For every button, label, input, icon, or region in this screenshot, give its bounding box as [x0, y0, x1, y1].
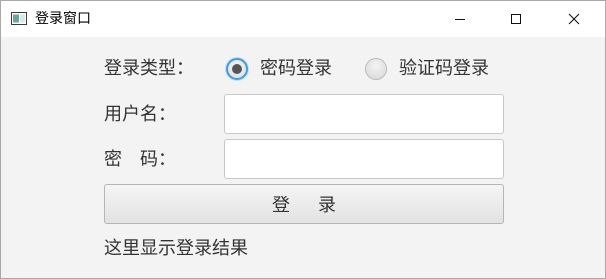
close-icon	[568, 13, 580, 25]
password-label: 密 码：	[104, 149, 176, 170]
radio-code-login-label[interactable]: 验证码登录	[399, 58, 489, 80]
minimize-button[interactable]	[437, 1, 483, 37]
form-area: 登录类型： 密码登录 验证码登录 用户名： 密 码： 登录 这里显示登录结果	[1, 37, 605, 278]
username-label: 用户名：	[104, 104, 176, 125]
radio-password-login-label[interactable]: 密码登录	[260, 58, 332, 80]
radio-password-login[interactable]: 密码登录	[226, 58, 332, 80]
radio-code-login[interactable]: 验证码登录	[365, 58, 489, 80]
radio-selected-icon[interactable]	[226, 58, 248, 80]
maximize-button[interactable]	[493, 1, 539, 37]
username-input[interactable]	[224, 94, 504, 134]
window-title: 登录窗口	[35, 11, 91, 27]
radio-unselected-icon[interactable]	[365, 58, 387, 80]
login-window: 登录窗口 登录类型： 密码登录 验证码登录 用户名： 密 码： 登录 这里显示登…	[0, 0, 606, 279]
close-button[interactable]	[551, 1, 597, 37]
app-window-icon	[11, 12, 27, 25]
minimize-icon	[455, 19, 465, 20]
login-button[interactable]: 登录	[104, 184, 504, 224]
maximize-icon	[511, 14, 521, 24]
login-type-label: 登录类型：	[104, 58, 194, 79]
password-input[interactable]	[224, 139, 504, 179]
login-result-text: 这里显示登录结果	[104, 238, 248, 259]
title-bar[interactable]: 登录窗口	[1, 1, 605, 37]
